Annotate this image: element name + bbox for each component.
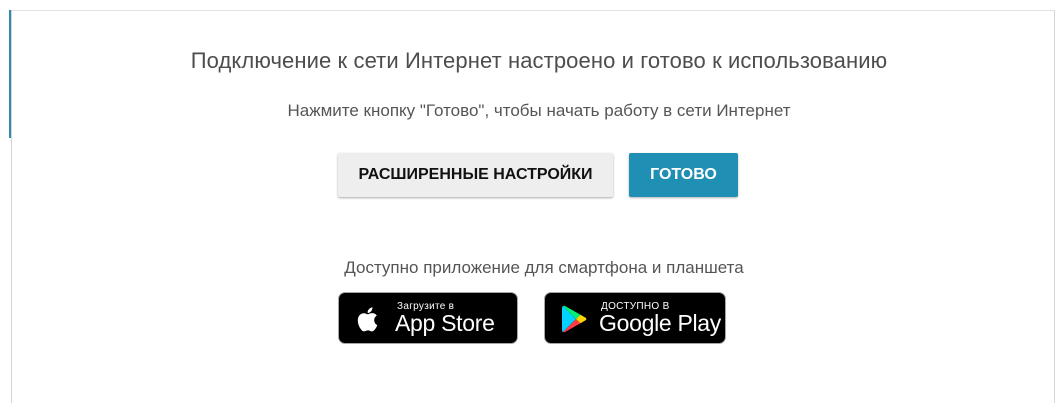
google-play-icon [562, 305, 587, 333]
apple-icon [357, 307, 378, 332]
mobile-app-label: Доступно приложение для смартфона и план… [344, 258, 744, 277]
app-store-badge[interactable]: Загрузите в App Store [338, 292, 518, 344]
page-title: Подключение к сети Интернет настроено и … [190, 48, 888, 73]
setup-complete-panel: Подключение к сети Интернет настроено и … [0, 0, 1061, 403]
advanced-settings-button[interactable]: РАСШИРЕННЫЕ НАСТРОЙКИ [338, 153, 613, 197]
google-play-badge[interactable]: ДОСТУПНО В Google Play [544, 292, 726, 344]
app-store-big-text: App Store [395, 310, 495, 336]
google-play-big-text: Google Play [599, 310, 721, 336]
done-button[interactable]: ГОТОВО [629, 153, 738, 197]
panel-border-top [11, 10, 1055, 11]
instruction-text: Нажмите кнопку "Готово", чтобы начать ра… [287, 101, 791, 120]
